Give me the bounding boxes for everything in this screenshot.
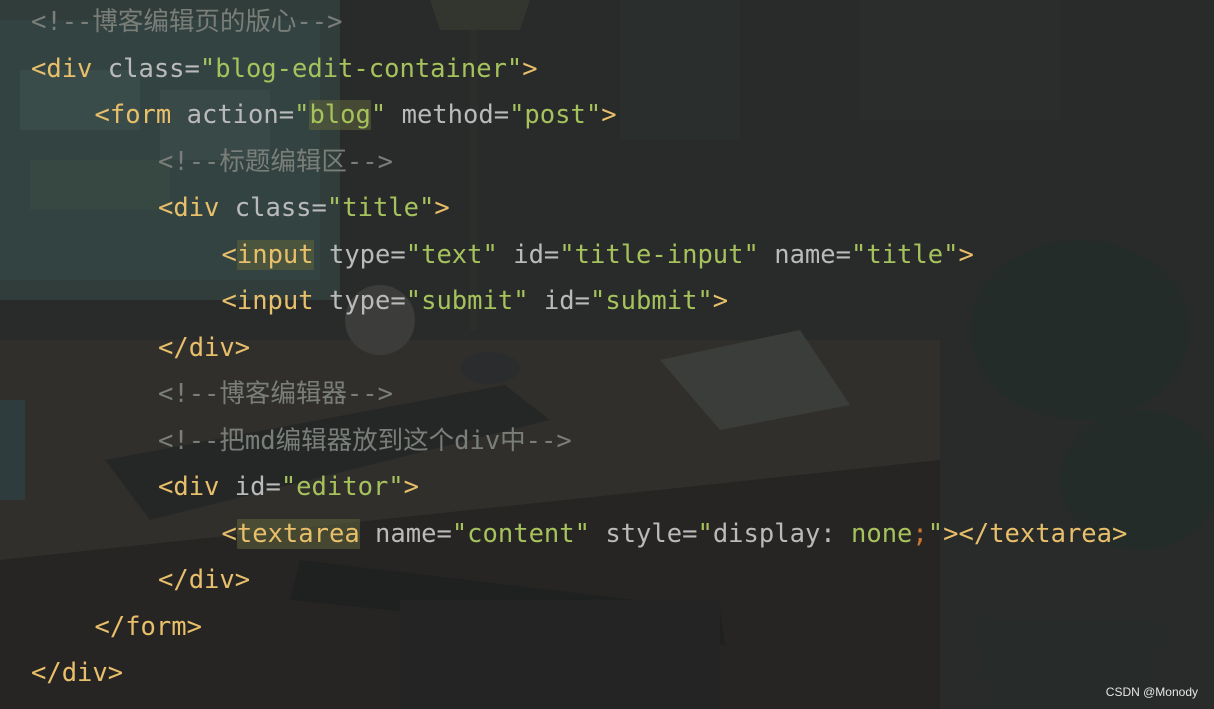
code-token: type= <box>313 240 406 270</box>
code-line[interactable]: <div class="blog-edit-container"> <box>31 53 538 85</box>
highlighted-token: textarea <box>236 519 360 549</box>
code-token: </div> <box>31 658 124 688</box>
code-token: "title-input" <box>559 240 775 270</box>
code-token: name= <box>359 519 452 549</box>
code-token: none <box>851 519 913 549</box>
code-token: "blog-edit-container" <box>199 54 523 84</box>
code-token: class= <box>107 54 200 84</box>
code-token: </form> <box>94 612 202 642</box>
code-token: ; <box>912 519 928 549</box>
code-token: " <box>697 519 713 549</box>
code-token: class= <box>234 193 327 223</box>
highlighted-token: blog <box>309 100 371 130</box>
code-token: "submit" <box>405 286 544 316</box>
code-token: <!--把md编辑器放到这个div中--> <box>158 426 572 456</box>
code-token: <form <box>94 100 187 130</box>
code-line[interactable]: </div> <box>158 564 250 596</box>
code-token: > <box>434 193 450 223</box>
code-token: > <box>403 472 420 502</box>
code-token: "editor" <box>280 472 404 502</box>
code-token: "content" <box>451 519 606 549</box>
code-line[interactable]: <input type="text" id="title-input" name… <box>222 239 974 271</box>
code-token: <!--标题编辑区--> <box>158 147 393 177</box>
code-token: "submit" <box>589 286 713 316</box>
code-token: " <box>927 519 944 549</box>
highlighted-token: input <box>236 240 314 270</box>
code-token: " <box>294 100 310 130</box>
code-line[interactable]: <!--把md编辑器放到这个div中--> <box>158 425 572 457</box>
code-line[interactable]: <div id="editor"> <box>158 471 419 503</box>
code-token: type= <box>328 286 406 316</box>
code-token: <input <box>221 286 329 316</box>
code-token: <div <box>158 193 235 223</box>
code-token: "title" <box>326 193 435 223</box>
code-line[interactable]: <div class="title"> <box>158 192 450 224</box>
code-line[interactable]: <textarea name="content" style="display:… <box>221 518 1128 550</box>
code-token: action= <box>186 100 295 130</box>
code-token: method= <box>401 100 510 130</box>
code-line[interactable]: </div> <box>158 332 250 364</box>
code-token: </div> <box>158 565 251 595</box>
code-token: < <box>221 240 237 270</box>
code-token: id= <box>513 240 560 270</box>
code-token: > <box>958 240 974 270</box>
code-token: "text" <box>405 240 514 270</box>
code-token: <div <box>31 54 108 84</box>
code-line[interactable]: <!--博客编辑页的版心--> <box>31 6 342 38</box>
code-line[interactable]: <!--博客编辑器--> <box>158 378 393 410</box>
code-token: id= <box>234 472 281 502</box>
code-line[interactable]: </form> <box>95 611 202 643</box>
code-token: display: <box>712 519 851 549</box>
code-line[interactable]: <input type="submit" id="submit"> <box>222 285 729 317</box>
code-token: "post" <box>509 100 602 130</box>
code-token: style= <box>605 519 698 549</box>
code-token: <!--博客编辑页的版心--> <box>31 7 343 37</box>
code-token: </div> <box>158 333 251 363</box>
code-token: <!--博客编辑器--> <box>158 379 393 409</box>
code-token: < <box>221 519 237 549</box>
code-token: > <box>712 286 729 316</box>
code-token: > <box>522 54 538 84</box>
code-line[interactable]: </div> <box>31 657 123 689</box>
code-editor[interactable]: <!--博客编辑页的版心--> <div class="blog-edit-con… <box>0 0 1214 709</box>
code-line[interactable]: <!--标题编辑区--> <box>158 146 393 178</box>
code-token: "title" <box>850 240 959 270</box>
code-line[interactable]: <form action="blog" method="post"> <box>95 99 617 131</box>
code-token: " <box>370 100 402 130</box>
code-token: id= <box>543 286 590 316</box>
code-token: ></textarea> <box>943 519 1128 549</box>
code-token: > <box>601 100 617 130</box>
code-token: <div <box>158 472 235 502</box>
code-token: name= <box>774 240 851 270</box>
watermark-text: CSDN @Monody <box>1105 685 1198 699</box>
